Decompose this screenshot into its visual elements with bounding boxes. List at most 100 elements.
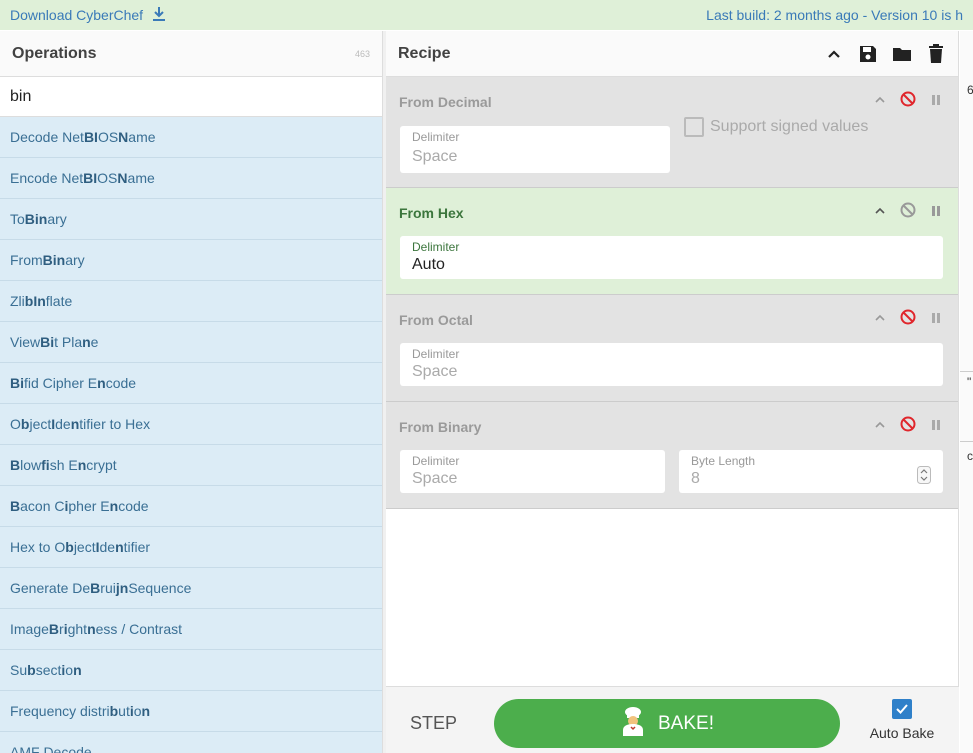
io-fragment: 6 [967,83,973,97]
pause-icon[interactable] [930,93,942,111]
checkbox-icon[interactable] [684,117,704,137]
operation-item[interactable]: Su b sect i o n [0,650,382,691]
operation-item[interactable]: Zli b In flate [0,281,382,322]
match-highlight: In [33,293,46,309]
operation-text: ject [29,416,52,432]
operation-text: OS [97,170,118,186]
operation-text: crypt [86,457,117,473]
chevron-up-icon[interactable] [874,418,886,436]
disable-icon[interactable] [900,416,916,437]
save-icon[interactable] [858,44,878,64]
delimiter-field[interactable]: Delimiter Space [400,450,665,493]
operation-text: tifier [123,539,151,555]
operation-text: Zli [10,293,25,309]
match-highlight: Bin [42,252,66,268]
step-button[interactable]: STEP [410,713,457,734]
operation-item[interactable]: Blow fi sh En crypt [0,445,382,486]
pause-icon[interactable] [930,204,942,222]
operation-text: e [90,334,99,350]
checkbox-label: Support signed values [710,118,869,135]
operation-item[interactable]: From Bin ary [0,240,382,281]
operation-text: de [99,539,116,555]
download-label: Download CyberChef [10,7,144,23]
field-label: Delimiter [412,240,460,254]
disable-icon[interactable] [900,309,916,330]
operation-text: ght [67,621,88,637]
number-stepper-icon[interactable] [917,466,931,489]
trash-icon[interactable] [926,43,946,64]
operation-text: AMF Decode [10,744,92,753]
recipe-op-from-binary[interactable]: From Binary Delimiter Space Byte Length … [386,402,958,509]
collapse-all-icon[interactable] [824,44,844,64]
operation-item[interactable]: Decode Net BI OS Name [0,117,382,158]
chevron-up-icon[interactable] [874,311,886,329]
chevron-up-icon[interactable] [874,204,886,222]
operation-text: Su [10,662,28,678]
operation-text: ut [118,703,130,719]
build-info[interactable]: Last build: 2 months ago - Version 10 is… [706,7,963,23]
operation-item[interactable]: To Bin ary [0,199,382,240]
bake-button[interactable]: BAKE! [494,699,840,748]
field-label: Delimiter [412,130,460,144]
operation-text: From [10,252,43,268]
delimiter-field[interactable]: Delimiter Space [400,126,670,173]
operation-item[interactable]: Ob ject Ide n tifier to Hex [0,404,382,445]
operation-text: tifier to Hex [79,416,151,432]
op-title: From Decimal [399,94,492,110]
operation-item[interactable]: Bi fid Cipher En code [0,363,382,404]
match-highlight: Bi [10,375,24,391]
field-value: 8 [691,470,700,487]
disable-icon[interactable] [900,202,916,223]
auto-bake-toggle[interactable]: Auto Bake [866,699,938,741]
match-highlight: B [48,621,60,637]
operation-text: t Pla [54,334,83,350]
operation-text: ary [47,211,67,227]
delimiter-field[interactable]: Delimiter Space [400,343,943,386]
operation-item[interactable]: Frequency distri b ut i o n [0,691,382,732]
byte-length-field[interactable]: Byte Length 8 [679,450,943,493]
signed-values-checkbox[interactable]: Support signed values [684,117,868,137]
operation-text: ary [65,252,85,268]
operations-list: Decode Net BI OS Name Encode Net BI OS Name To… [0,117,382,753]
checkbox-checked-icon[interactable] [892,699,912,719]
operation-text: acon C [20,498,65,514]
match-highlight: BI [83,129,98,145]
version-notice: Version 10 is h [871,7,963,23]
search-input[interactable] [10,87,372,106]
operation-item[interactable]: Bacon Ci pher En code [0,486,382,527]
folder-icon[interactable] [892,44,912,64]
operation-text: ject [73,539,96,555]
field-value: Space [412,148,458,165]
match-highlight: n [115,539,124,555]
match-highlight: N [118,129,129,145]
operation-item[interactable]: AMF Decode [0,732,382,753]
match-highlight: B [10,457,21,473]
recipe-op-from-decimal[interactable]: From Decimal Delimiter Space Support sig… [386,77,958,188]
operation-text: sh E [49,457,78,473]
search-box[interactable] [0,77,382,117]
match-highlight: n [77,457,87,473]
disable-icon[interactable] [900,91,916,112]
chevron-up-icon[interactable] [874,93,886,111]
operation-text: ame [128,129,156,145]
operation-item[interactable]: Image Br i ght n ess / Contrast [0,609,382,650]
pause-icon[interactable] [930,418,942,436]
operation-text: de [55,416,71,432]
match-highlight: n [70,416,80,432]
input-output-panel-edge: 6 " c [960,31,973,753]
recipe-op-from-octal[interactable]: From Octal Delimiter Space [386,295,958,402]
match-highlight: n [109,498,119,514]
operation-text: View [10,334,41,350]
operation-item[interactable]: Generate De Brui jn Sequence [0,568,382,609]
download-link[interactable]: Download CyberChef [10,6,167,25]
match-highlight: Bin [24,211,48,227]
delimiter-field[interactable]: Delimiter Auto [400,236,943,279]
recipe-op-from-hex[interactable]: From Hex Delimiter Auto [386,188,958,295]
operation-item[interactable]: View Bi t Pla n e [0,322,382,363]
operation-item[interactable]: Encode Net BI OS Name [0,158,382,199]
last-build: Last build: 2 months ago [706,7,859,23]
chef-icon [620,706,646,742]
pause-icon[interactable] [930,311,942,329]
operation-item[interactable]: Hex to Ob ject Ide n tifier [0,527,382,568]
operations-header: Operations 463 [0,31,382,77]
